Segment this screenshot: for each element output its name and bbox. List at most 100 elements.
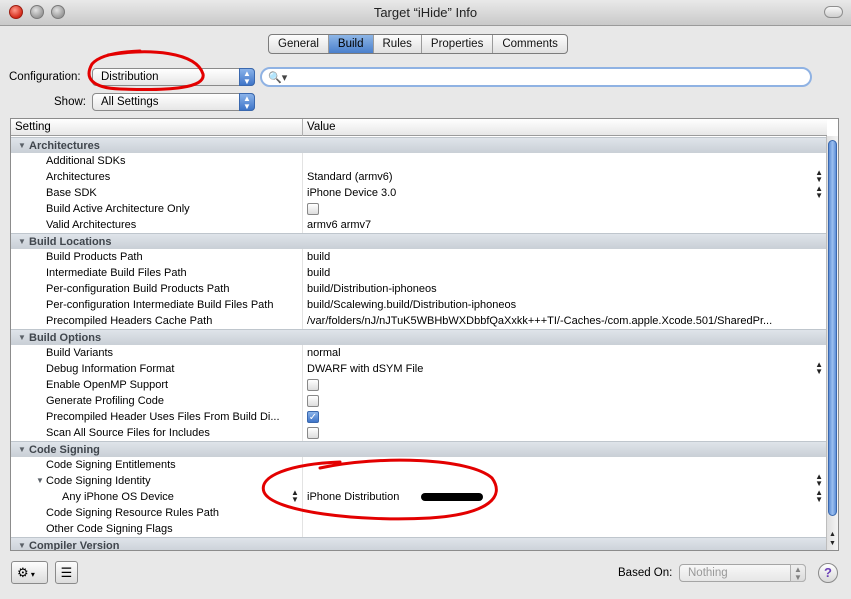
setting-column-header[interactable]: Setting <box>15 121 51 133</box>
disclosure-triangle-icon[interactable]: ▼ <box>36 473 44 489</box>
value-popup-arrows-icon[interactable]: ▲ ▼ <box>815 489 823 504</box>
column-separator <box>302 153 303 169</box>
help-button[interactable]: ? <box>818 563 838 583</box>
disclosure-triangle-icon[interactable]: ▼ <box>18 234 26 250</box>
setting-checkbox[interactable] <box>307 427 319 439</box>
table-row[interactable]: ▼ Code Signing Identity ▲ ▼ <box>11 473 827 489</box>
column-separator <box>302 185 303 201</box>
gear-icon: ⚙ <box>17 565 29 580</box>
setting-value[interactable]: normal <box>307 345 817 361</box>
table-row[interactable]: Code Signing Entitlements <box>11 457 827 473</box>
table-row[interactable]: Other Code Signing Flags <box>11 521 827 537</box>
setting-name: Precompiled Header Uses Files From Build… <box>46 411 280 423</box>
value-popup-arrows-icon[interactable]: ▲ ▼ <box>815 185 823 200</box>
table-row[interactable]: Build Products Path build <box>11 249 827 265</box>
table-group-row[interactable]: ▼ Code Signing <box>11 441 827 457</box>
tab-comments[interactable]: Comments <box>493 35 567 53</box>
table-row[interactable]: Architectures Standard (armv6) ▲ ▼ <box>11 169 827 185</box>
setting-value[interactable]: Standard (armv6) <box>307 169 817 185</box>
setting-value[interactable]: DWARF with dSYM File <box>307 361 817 377</box>
setting-value[interactable]: iPhone Distribution <box>307 489 817 505</box>
scrollbar-thumb[interactable] <box>828 140 837 516</box>
setting-name: Code Signing Identity <box>46 475 151 487</box>
setting-name: Code Signing Resource Rules Path <box>46 507 220 519</box>
table-row[interactable]: Code Signing Resource Rules Path <box>11 505 827 521</box>
table-group-row[interactable]: ▼ Architectures <box>11 137 827 153</box>
based-on-popup[interactable]: Nothing ▲ ▼ <box>679 564 806 582</box>
setting-value[interactable]: armv6 armv7 <box>307 217 817 233</box>
build-settings-table: Setting Value ▼ Architectures Additional S… <box>10 118 839 551</box>
configuration-popup[interactable]: Distribution ▲ ▼ <box>92 68 255 86</box>
setting-name: Additional SDKs <box>46 155 126 167</box>
value-popup-arrows-icon[interactable]: ▲ ▼ <box>815 169 823 184</box>
based-on-value: Nothing <box>688 567 728 579</box>
table-row[interactable]: Build Variants normal <box>11 345 827 361</box>
table-row[interactable]: Scan All Source Files for Includes <box>11 425 827 441</box>
setting-checkbox[interactable] <box>307 395 319 407</box>
tab-bar: General Build Rules Properties Comments <box>268 34 568 54</box>
redaction-scribble <box>421 493 483 501</box>
table-row[interactable]: Precompiled Header Uses Files From Build… <box>11 409 827 425</box>
setting-value[interactable]: build/Scalewing.build/Distribution-iphon… <box>307 297 817 313</box>
table-row[interactable]: Build Active Architecture Only <box>11 201 827 217</box>
tab-properties[interactable]: Properties <box>422 35 494 53</box>
disclosure-triangle-icon[interactable]: ▼ <box>18 442 26 458</box>
setting-name: Enable OpenMP Support <box>46 379 169 391</box>
table-row[interactable]: Additional SDKs <box>11 153 827 169</box>
table-group-row[interactable]: ▼ Build Options <box>11 329 827 345</box>
setting-checkbox[interactable] <box>307 203 319 215</box>
sdk-popup-arrows-icon[interactable]: ▲ ▼ <box>291 489 299 504</box>
toolbar-toggle-button[interactable] <box>824 6 843 18</box>
tab-general[interactable]: General <box>269 35 329 53</box>
tab-rules[interactable]: Rules <box>374 35 422 53</box>
table-row[interactable]: Base SDK iPhone Device 3.0 ▲ ▼ <box>11 185 827 201</box>
column-separator <box>302 265 303 281</box>
table-row[interactable]: Valid Architectures armv6 armv7 <box>11 217 827 233</box>
search-input[interactable] <box>290 70 800 84</box>
setting-checkbox[interactable]: ✓ <box>307 411 319 423</box>
table-group-row[interactable]: ▼ Compiler Version <box>11 537 827 550</box>
search-field[interactable]: 🔍▾ <box>260 67 812 87</box>
column-separator <box>302 281 303 297</box>
disclosure-triangle-icon[interactable]: ▼ <box>18 538 26 550</box>
scroll-arrows-icon[interactable]: ▲ ▼ <box>827 530 838 548</box>
table-group-row[interactable]: ▼ Build Locations <box>11 233 827 249</box>
popup-arrows-icon: ▲ ▼ <box>790 564 806 582</box>
setting-value[interactable]: iPhone Device 3.0 <box>307 185 817 201</box>
setting-checkbox[interactable] <box>307 379 319 391</box>
value-popup-arrows-icon[interactable]: ▲ ▼ <box>815 473 823 488</box>
table-row[interactable]: Any iPhone OS Device ▲ ▼ iPhone Distributio… <box>11 489 827 505</box>
column-divider[interactable] <box>302 119 303 136</box>
vertical-scrollbar[interactable]: ▲ ▼ <box>826 136 838 550</box>
tab-build[interactable]: Build <box>328 35 374 53</box>
action-menu-button[interactable]: ⚙ ▾ <box>11 561 48 584</box>
setting-name: Intermediate Build Files Path <box>46 267 187 279</box>
chevron-down-icon: ▾ <box>28 570 35 579</box>
setting-name: Per-configuration Intermediate Build Fil… <box>46 299 274 311</box>
value-column-header[interactable]: Value <box>307 121 336 133</box>
column-separator <box>302 521 303 537</box>
table-row[interactable]: Precompiled Headers Cache Path/var/folde… <box>11 313 827 329</box>
setting-value[interactable]: /var/folders/nJ/nJTuK5WBHbWXDbbfQaXxkk++… <box>307 313 817 329</box>
show-popup[interactable]: All Settings ▲ ▼ <box>92 93 255 111</box>
setting-name: Scan All Source Files for Includes <box>46 427 210 439</box>
settings-list-button[interactable]: ☰ <box>55 561 78 584</box>
table-row[interactable]: Per-configuration Build Products Path bui… <box>11 281 827 297</box>
setting-name: Build Products Path <box>46 251 143 263</box>
table-row[interactable]: Intermediate Build Files Path build <box>11 265 827 281</box>
table-row[interactable]: Enable OpenMP Support <box>11 377 827 393</box>
table-row[interactable]: Debug Information Format DWARF with dSYM … <box>11 361 827 377</box>
setting-value[interactable]: build <box>307 249 817 265</box>
column-separator <box>302 457 303 473</box>
table-row[interactable]: Generate Profiling Code <box>11 393 827 409</box>
setting-value[interactable]: build <box>307 265 817 281</box>
show-label: Show: <box>54 96 86 108</box>
table-row[interactable]: Per-configuration Intermediate Build Fil… <box>11 297 827 313</box>
list-icon: ☰ <box>60 565 73 580</box>
column-separator <box>302 313 303 329</box>
disclosure-triangle-icon[interactable]: ▼ <box>18 138 26 154</box>
setting-value[interactable]: build/Distribution-iphoneos <box>307 281 817 297</box>
disclosure-triangle-icon[interactable]: ▼ <box>18 330 26 346</box>
column-separator <box>302 345 303 361</box>
value-popup-arrows-icon[interactable]: ▲ ▼ <box>815 361 823 376</box>
